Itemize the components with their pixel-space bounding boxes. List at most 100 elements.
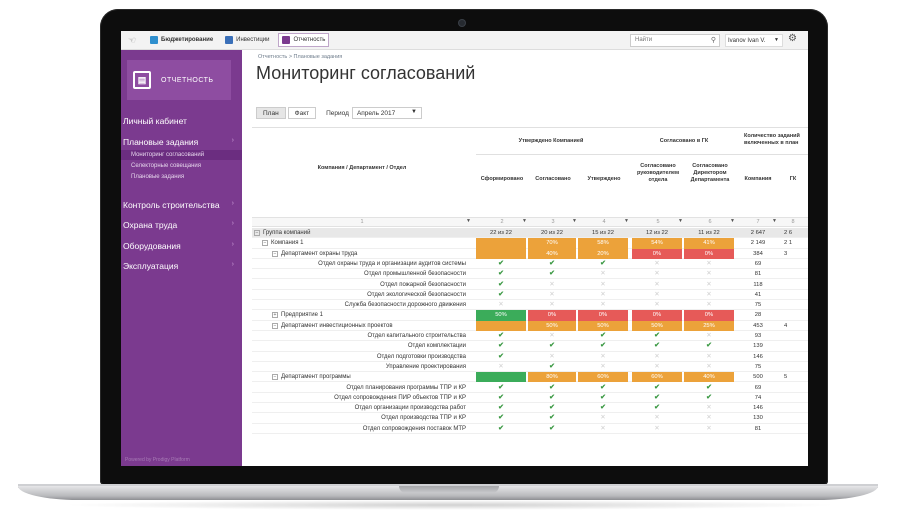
- status-cell: ✕: [632, 352, 682, 362]
- breadcrumb[interactable]: Отчетность > Плановые задания: [258, 54, 342, 60]
- tab-reporting-label: Отчетность: [293, 37, 326, 43]
- row-name-cell: Отдел организации производства работ: [252, 403, 466, 413]
- table-row[interactable]: Отдел планирования программы ТПР и КР ✔ ✔ ✔…: [252, 383, 808, 393]
- check-icon: ✔: [498, 383, 504, 391]
- filter-icon[interactable]: ▼: [730, 218, 735, 224]
- count-company-cell: 500: [753, 374, 763, 381]
- table-row[interactable]: Отдел капитального строительства ✔ ✕ ✔ ✔ ✕ 93: [252, 331, 808, 342]
- cross-icon: ✕: [706, 332, 712, 339]
- cross-icon: ✕: [706, 352, 712, 360]
- collapse-icon[interactable]: −: [254, 230, 260, 236]
- tab-budgeting[interactable]: Бюджетирование: [147, 33, 216, 47]
- count-gk-cell: [784, 290, 808, 300]
- filter-icon[interactable]: ▼: [572, 218, 577, 224]
- table-row[interactable]: Управление проектирования ✕ ✔ ✕ ✕ ✕ 75: [252, 362, 808, 373]
- chevron-icon: ›: [231, 220, 234, 227]
- sidebar-item-cabinet[interactable]: Личный кабинет: [123, 116, 238, 126]
- collapse-icon[interactable]: −: [272, 374, 278, 381]
- status-cell: ✕: [476, 300, 526, 310]
- sidebar-item-label: Плановые задания: [123, 137, 199, 147]
- user-menu[interactable]: Ivanov Ivan V. ▼: [725, 34, 783, 47]
- status-cell: [476, 238, 526, 249]
- sidebar-subitem-monitoring[interactable]: Мониторинг согласований: [131, 152, 204, 158]
- cell-value: 20 из 22: [540, 230, 563, 236]
- status-cell: ✔: [578, 341, 628, 351]
- sidebar-subitem-label: Селекторные совещания: [131, 163, 202, 169]
- plan-button[interactable]: План: [256, 107, 286, 119]
- tab-reporting[interactable]: Отчетность: [278, 33, 330, 47]
- filter-icon[interactable]: ▼: [522, 218, 527, 224]
- status-cell: ✔: [528, 383, 576, 393]
- cell-value: 50%: [651, 322, 663, 329]
- search-icon[interactable]: ⚲: [711, 36, 716, 44]
- table-row[interactable]: − Департамент программы 80% 60% 60% 40% 500 5: [252, 372, 808, 383]
- table-row[interactable]: Отдел организации производства работ ✔ ✔ ✔ ✔…: [252, 403, 808, 414]
- count-gk-cell: 2 6: [784, 230, 793, 236]
- sidebar-brand[interactable]: ▤ ОТЧЕТНОСТЬ: [127, 60, 231, 100]
- cell-value: 50%: [546, 322, 558, 329]
- header-head-agreed: Согласовано руководителем отдела: [636, 163, 680, 183]
- status-cell: ✕: [684, 424, 734, 434]
- collapse-icon[interactable]: −: [262, 240, 268, 247]
- sidebar-item-equipment[interactable]: Оборудования ›: [123, 241, 238, 251]
- check-icon: ✔: [600, 383, 606, 391]
- filter-icon[interactable]: ▼: [678, 218, 683, 224]
- cell-value: 12 из 22: [645, 230, 668, 236]
- status-cell: 0%: [578, 310, 628, 321]
- table-row[interactable]: − Группа компаний 22 из 22 20 из 22 15 из 22…: [252, 228, 808, 239]
- collapse-icon[interactable]: −: [272, 322, 278, 329]
- table-row[interactable]: Отдел промышленной безопасности ✔ ✔ ✕ ✕ ✕ 81: [252, 269, 808, 280]
- sidebar-item-construction[interactable]: Контроль строительства ›: [123, 200, 238, 210]
- table-row[interactable]: Отдел производства ТПР и КР ✔ ✔ ✕ ✕ ✕ 130: [252, 413, 808, 424]
- filter-icon[interactable]: ▼: [466, 218, 471, 224]
- sidebar-item-plan-tasks[interactable]: Плановые задания ›: [123, 137, 238, 147]
- cross-icon: ✕: [654, 352, 660, 360]
- table-row[interactable]: − Департамент охраны труда 40% 20% 0% 0% 384 3: [252, 248, 808, 259]
- row-name-cell: − Департамент программы: [272, 372, 351, 382]
- table-row[interactable]: Отдел экологической безопасности ✔ ✕ ✕ ✕ ✕ 41: [252, 290, 808, 301]
- row-name-cell: Отдел комплектации: [252, 341, 466, 351]
- table-row[interactable]: Отдел комплектации ✔ ✔ ✔ ✔ ✔ 139: [252, 341, 808, 352]
- count-company-cell: 146: [753, 405, 763, 412]
- collapse-icon[interactable]: −: [272, 250, 278, 257]
- cell-value: 0%: [652, 250, 662, 257]
- header-count-gk: ГК: [789, 176, 797, 182]
- sidebar-item-operation[interactable]: Эксплуатация ›: [123, 261, 238, 271]
- status-cell: ✔: [476, 331, 526, 341]
- cross-icon: ✕: [600, 362, 606, 370]
- filter-icon[interactable]: ▼: [624, 218, 629, 224]
- count-company-cell: 81: [754, 271, 762, 278]
- check-icon: ✔: [498, 342, 504, 350]
- row-name-cell: − Группа компаний: [254, 228, 310, 238]
- table-row[interactable]: Отдел охраны труда и организации аудитов…: [252, 259, 808, 270]
- sidebar-item-safety[interactable]: Охрана труда ›: [123, 220, 238, 230]
- table-row[interactable]: − Департамент инвестиционных проектов 50% 5…: [252, 320, 808, 331]
- expand-icon[interactable]: +: [272, 312, 278, 319]
- table-row[interactable]: Отдел пожарной безопасности ✔ ✕ ✕ ✕ ✕ 118: [252, 280, 808, 290]
- status-cell: ✔: [578, 331, 628, 341]
- period-select[interactable]: Апрель 2017 ▼: [351, 107, 422, 119]
- gear-icon[interactable]: ⚙: [788, 33, 797, 44]
- status-cell: 80%: [528, 372, 576, 383]
- filter-icon[interactable]: ▼: [772, 218, 777, 224]
- table-row[interactable]: − Компания 1 70% 58% 54% 41% 2 149 2 1: [252, 238, 808, 249]
- check-icon: ✔: [498, 404, 504, 412]
- sidebar-subitem-selectors[interactable]: Селекторные совещания: [131, 163, 201, 169]
- table-row[interactable]: Отдел сопровождения поставок МТР ✔ ✔ ✕ ✕ ✕ 81: [252, 424, 808, 434]
- period-value: Апрель 2017: [356, 110, 396, 117]
- status-cell: ✕: [578, 300, 628, 310]
- status-cell: ✕: [528, 352, 576, 362]
- status-cell: ✕: [632, 280, 682, 290]
- row-name: Отдел экологической безопасности: [367, 291, 466, 298]
- tab-investments[interactable]: Инвестиции: [222, 33, 272, 47]
- sidebar-subitem-plan-tasks[interactable]: Плановые задания: [131, 174, 184, 180]
- count-gk-cell: [784, 383, 808, 393]
- search-input[interactable]: Найти ⚲: [630, 34, 720, 47]
- table-row[interactable]: Отдел сопровождения ПИР объектов ТПР и К…: [252, 393, 808, 404]
- table-row[interactable]: Служба безопасности дорожного движения ✕ ✕…: [252, 300, 808, 311]
- table-row[interactable]: Отдел подготовки производства ✔ ✕ ✕ ✕ ✕ 146: [252, 352, 808, 362]
- count-gk-cell: [784, 331, 808, 341]
- status-cell: ✕: [684, 403, 734, 413]
- fact-button[interactable]: Факт: [287, 107, 317, 119]
- table-row[interactable]: + Предприятие 1 50% 0% 0% 0% 0% 28: [252, 310, 808, 321]
